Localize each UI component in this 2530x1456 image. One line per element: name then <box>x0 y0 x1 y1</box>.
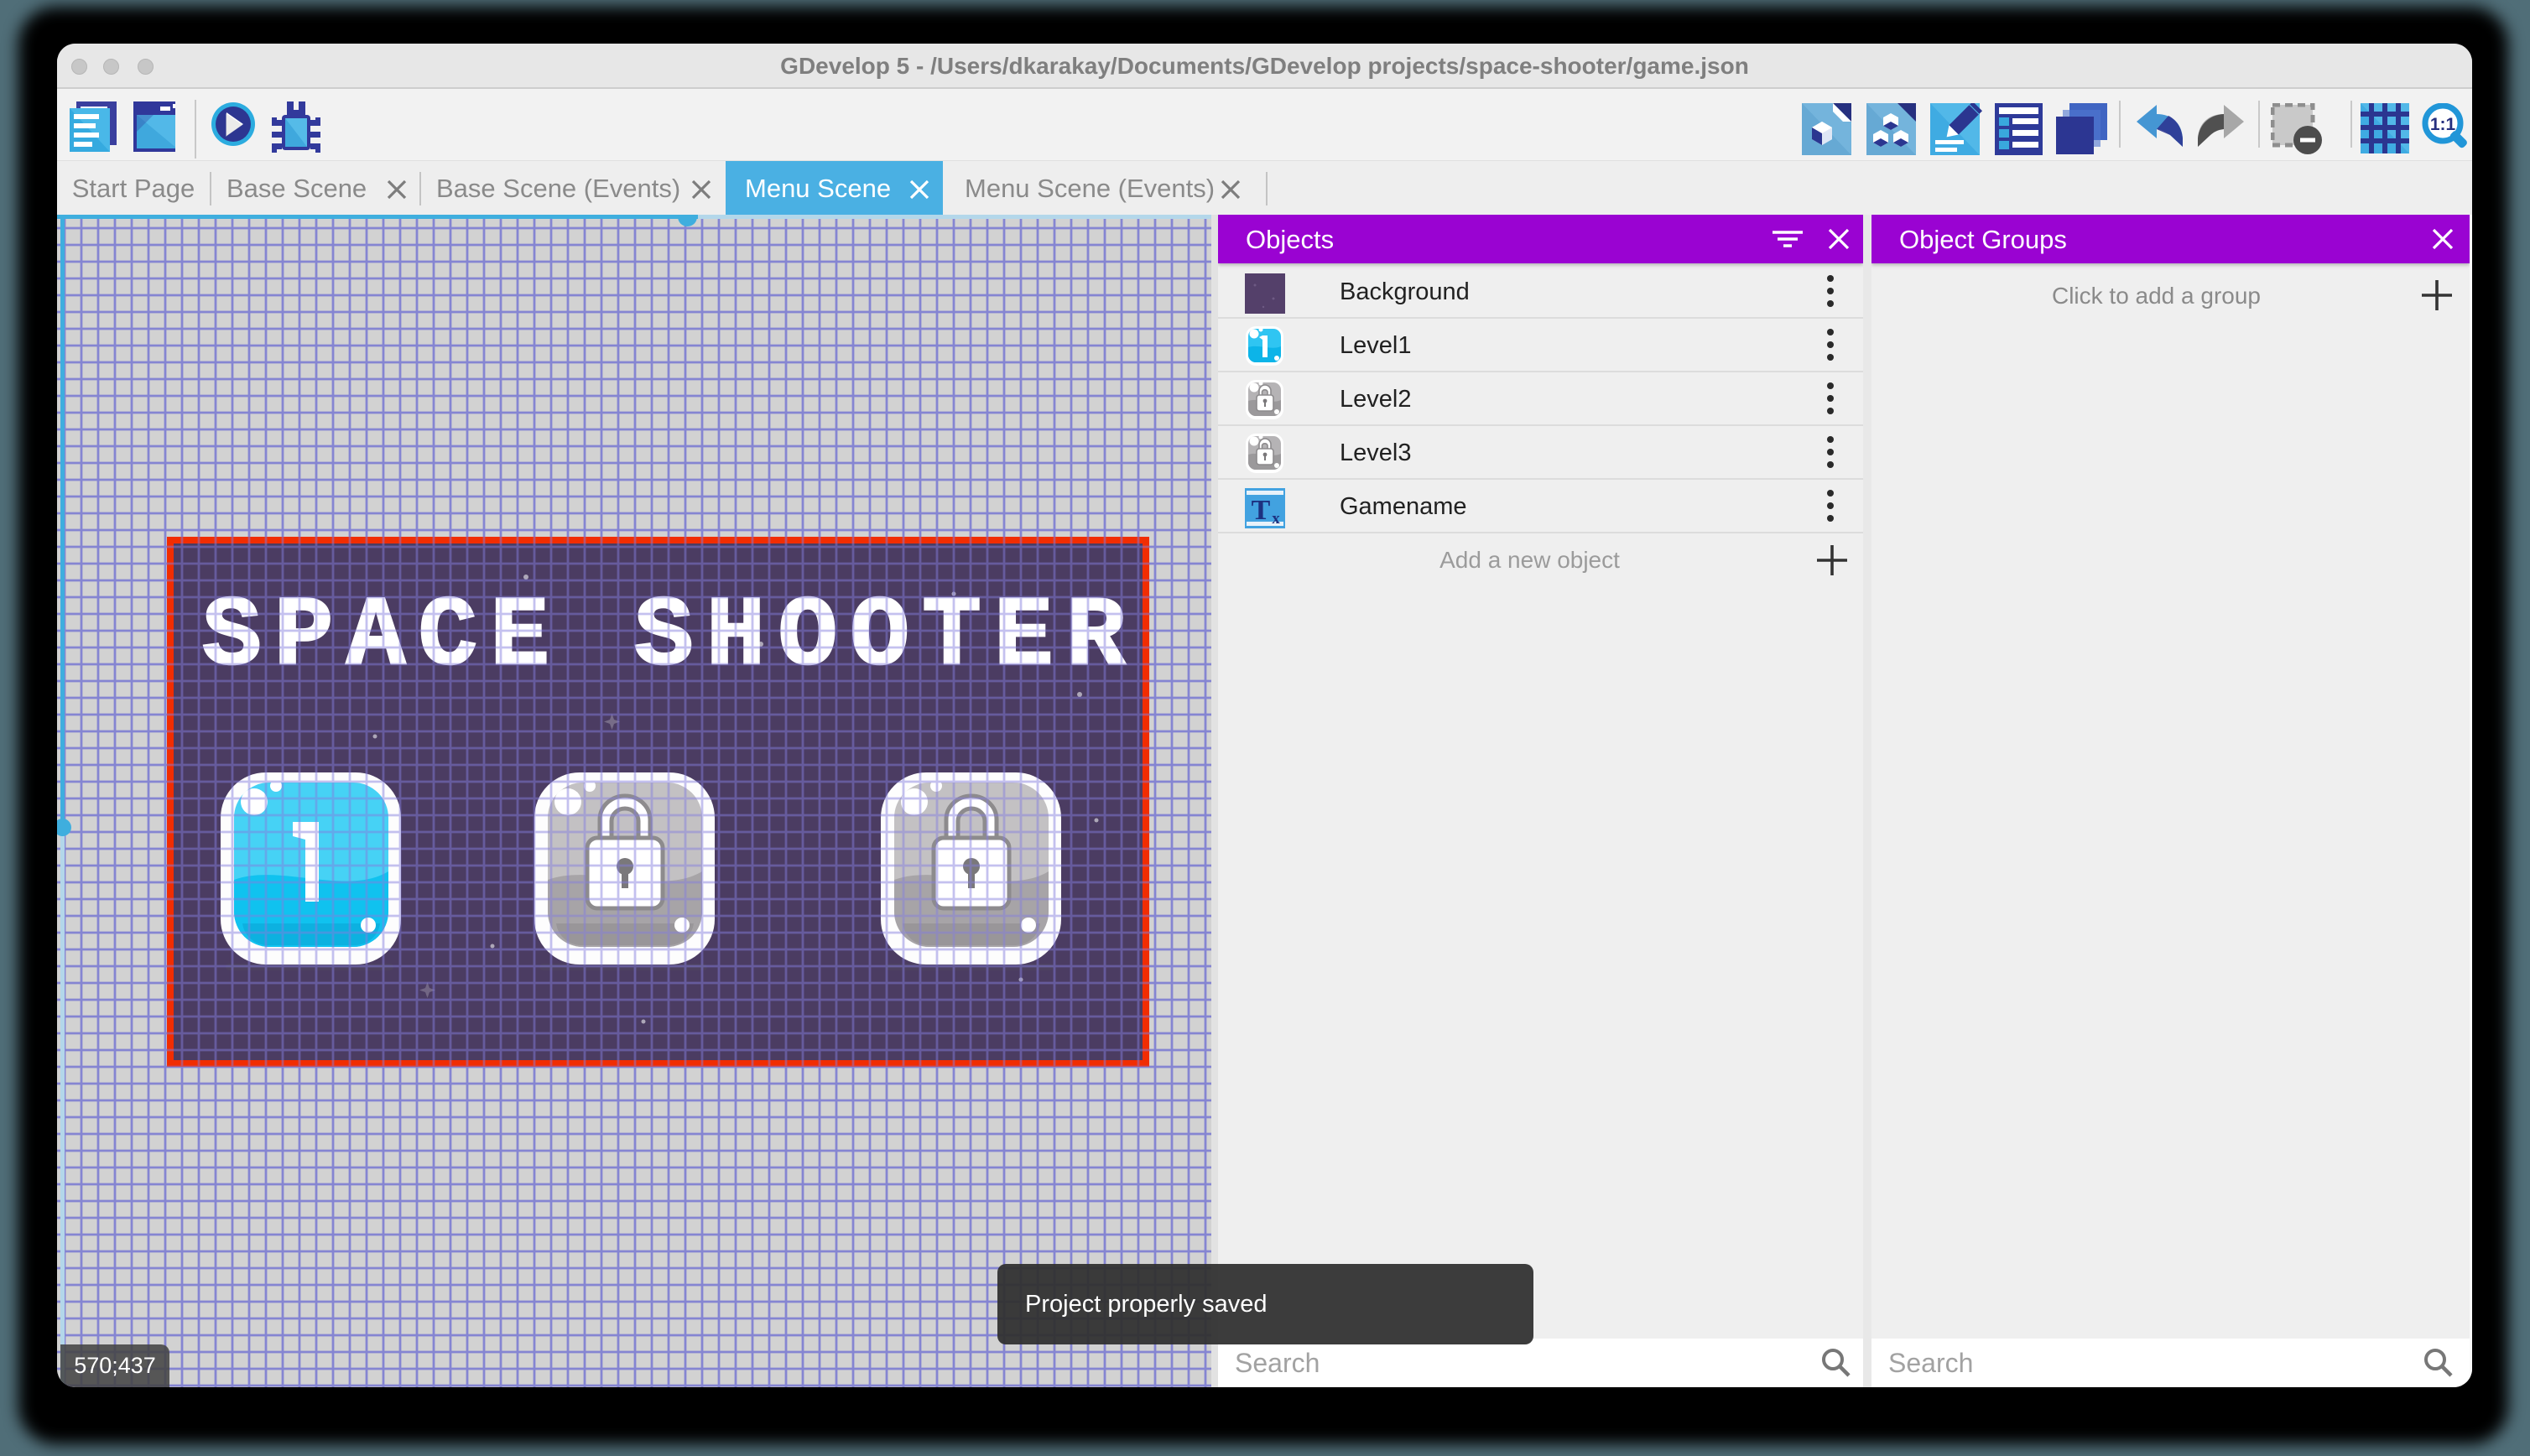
svg-text:T: T <box>1252 495 1271 526</box>
svg-text:1:1: 1:1 <box>2430 115 2456 134</box>
svg-text:x: x <box>1272 510 1280 528</box>
